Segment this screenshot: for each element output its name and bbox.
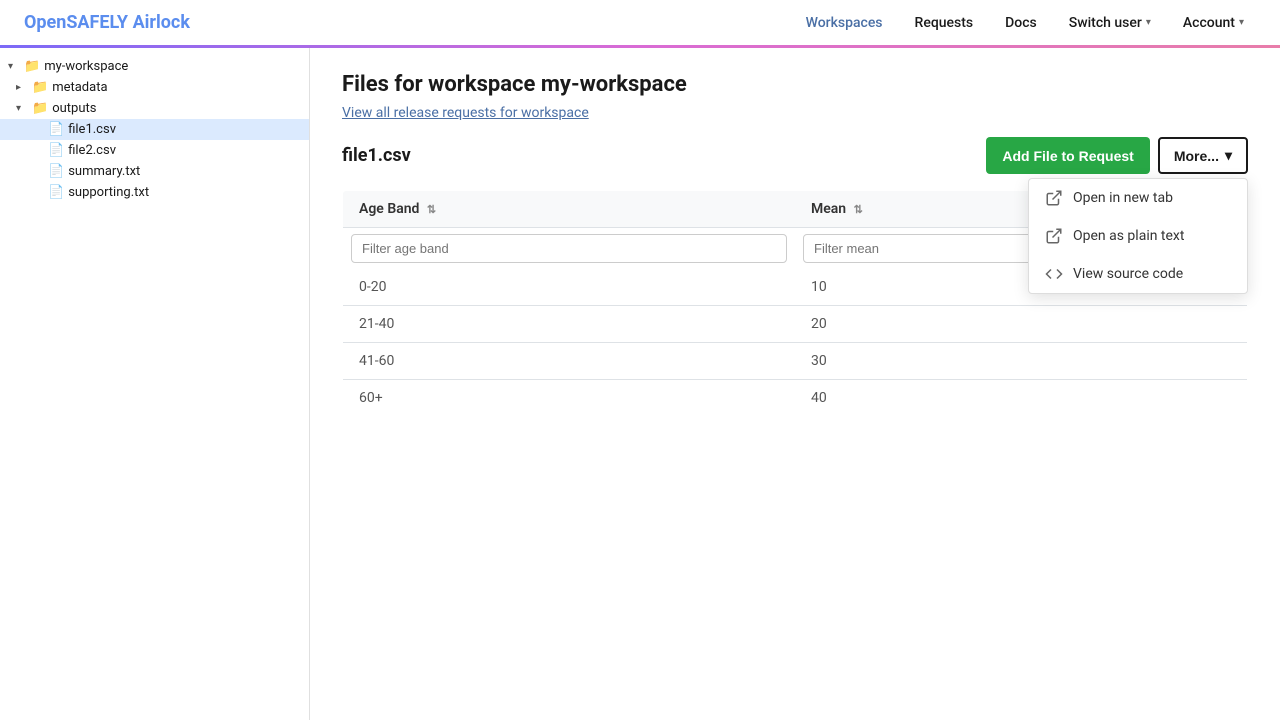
external-link-icon	[1045, 189, 1063, 207]
cell-age-band: 41-60	[343, 343, 796, 380]
file-icon: 📄	[48, 122, 64, 137]
dropdown-item-open-new-tab[interactable]: Open in new tab	[1029, 179, 1247, 217]
table-row: 21-40 20	[343, 306, 1248, 343]
tree-label: metadata	[52, 80, 107, 95]
sidebar: ▾📁my-workspace▸📁metadata▾📁outputs📄file1.…	[0, 48, 310, 720]
folder-icon: 📁	[24, 59, 40, 74]
table-row: 41-60 30	[343, 343, 1248, 380]
external-link-icon	[1045, 227, 1063, 245]
more-chevron-icon: ▾	[1225, 147, 1232, 164]
add-file-button[interactable]: Add File to Request	[986, 137, 1149, 174]
dropdown-item-label: Open in new tab	[1073, 190, 1173, 206]
file-icon: 📄	[48, 143, 64, 158]
file-name: file1.csv	[342, 145, 411, 166]
sidebar-item-outputs[interactable]: ▾📁 outputs	[0, 98, 309, 119]
file-view: file1.csv Add File to Request More... ▾ …	[310, 137, 1280, 417]
tree-label: file2.csv	[68, 143, 116, 158]
cell-mean: 40	[795, 380, 1248, 417]
dropdown-item-label: View source code	[1073, 266, 1183, 282]
col-age-band: Age Band ⇅	[343, 191, 796, 228]
main-content: Files for workspace my-workspace View al…	[310, 48, 1280, 720]
nav-requests[interactable]: Requests	[903, 9, 986, 37]
sidebar-item-metadata[interactable]: ▸📁 metadata	[0, 77, 309, 98]
filter-age-band-input[interactable]	[351, 234, 787, 263]
page-title: Files for workspace my-workspace	[342, 72, 1248, 97]
sidebar-item-summary.txt[interactable]: 📄 summary.txt	[0, 161, 309, 182]
switch-user-chevron-icon: ▾	[1146, 17, 1151, 28]
tree-label: my-workspace	[44, 59, 128, 74]
sidebar-item-file2.csv[interactable]: 📄 file2.csv	[0, 140, 309, 161]
release-requests-link[interactable]: View all release requests for workspace	[342, 105, 589, 121]
account-chevron-icon: ▾	[1239, 17, 1244, 28]
tree-label: file1.csv	[68, 122, 116, 137]
dropdown-menu: Open in new tab Open as plain text View …	[1028, 178, 1248, 294]
table-row: 60+ 40	[343, 380, 1248, 417]
sort-age-band-icon[interactable]: ⇅	[427, 203, 436, 216]
sidebar-item-file1.csv[interactable]: 📄 file1.csv	[0, 119, 309, 140]
sidebar-item-supporting.txt[interactable]: 📄 supporting.txt	[0, 182, 309, 203]
tree-toggle-icon: ▾	[16, 103, 32, 114]
nav-docs[interactable]: Docs	[993, 9, 1049, 37]
navbar-nav: Workspaces Requests Docs Switch user ▾ A…	[794, 9, 1256, 37]
cell-mean: 20	[795, 306, 1248, 343]
tree-label: supporting.txt	[68, 185, 149, 200]
file-icon: 📄	[48, 164, 64, 179]
tree-label: summary.txt	[68, 164, 140, 179]
tree-label: outputs	[52, 101, 96, 116]
brand-part1: OpenSAFELY	[24, 12, 128, 33]
cell-age-band: 21-40	[343, 306, 796, 343]
code-icon	[1045, 265, 1063, 283]
tree-toggle-icon: ▸	[16, 82, 32, 93]
nav-workspaces[interactable]: Workspaces	[794, 9, 895, 37]
brand-part2: Airlock	[133, 12, 190, 33]
nav-switch-user[interactable]: Switch user ▾	[1057, 9, 1163, 37]
tree-toggle-icon: ▾	[8, 61, 24, 72]
sidebar-item-my-workspace[interactable]: ▾📁 my-workspace	[0, 56, 309, 77]
more-button[interactable]: More... ▾	[1158, 137, 1248, 174]
nav-account[interactable]: Account ▾	[1171, 9, 1256, 37]
sort-mean-icon[interactable]: ⇅	[854, 203, 863, 216]
page-header: Files for workspace my-workspace View al…	[310, 48, 1280, 137]
navbar: OpenSAFELY Airlock Workspaces Requests D…	[0, 0, 1280, 48]
folder-icon: 📁	[32, 101, 48, 116]
file-icon: 📄	[48, 185, 64, 200]
dropdown-item-open-plain-text[interactable]: Open as plain text	[1029, 217, 1247, 255]
toolbar-actions: Add File to Request More... ▾ Open in ne…	[986, 137, 1248, 174]
brand: OpenSAFELY Airlock	[24, 12, 794, 33]
dropdown-item-label: Open as plain text	[1073, 228, 1184, 244]
file-toolbar: file1.csv Add File to Request More... ▾ …	[342, 137, 1248, 174]
folder-icon: 📁	[32, 80, 48, 95]
dropdown-item-view-source[interactable]: View source code	[1029, 255, 1247, 293]
cell-age-band: 60+	[343, 380, 796, 417]
cell-age-band: 0-20	[343, 269, 796, 306]
page-container: ▾📁my-workspace▸📁metadata▾📁outputs📄file1.…	[0, 48, 1280, 720]
cell-mean: 30	[795, 343, 1248, 380]
page-subtitle: View all release requests for workspace	[342, 105, 1248, 121]
